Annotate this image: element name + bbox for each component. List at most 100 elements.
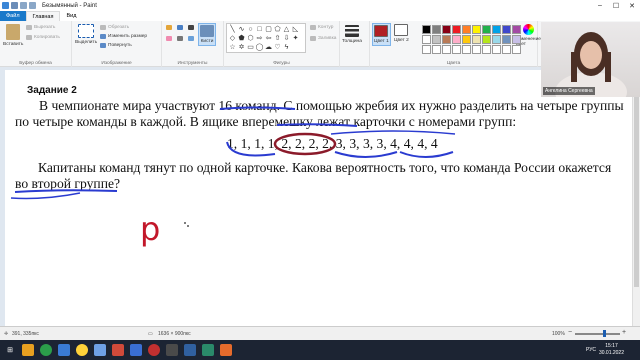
arrow-left-shape-icon[interactable]: ⇦	[264, 34, 273, 43]
palette-swatch[interactable]	[492, 35, 501, 44]
size-button[interactable]: Толщина	[342, 25, 362, 44]
palette-swatch[interactable]	[432, 45, 441, 54]
palette-swatch[interactable]	[472, 25, 481, 34]
pencil-icon[interactable]	[166, 25, 172, 30]
star6-shape-icon[interactable]: ✡	[237, 43, 246, 52]
palette-swatch[interactable]	[452, 25, 461, 34]
undo-icon[interactable]	[20, 2, 27, 9]
palette-swatch[interactable]	[482, 45, 491, 54]
color2-button[interactable]: Цвет 2	[394, 24, 409, 43]
heart-shape-icon[interactable]: ♡	[273, 43, 282, 52]
tab-file[interactable]: Файл	[0, 11, 26, 21]
polygon-shape-icon[interactable]: ⬠	[273, 25, 282, 34]
arrow-right-shape-icon[interactable]: ⇨	[255, 34, 264, 43]
palette-swatch[interactable]	[512, 35, 521, 44]
paste-button[interactable]: Вставить	[3, 24, 23, 47]
palette-swatch[interactable]	[422, 25, 431, 34]
line-shape-icon[interactable]: ╲	[228, 25, 237, 34]
text-icon[interactable]	[188, 25, 194, 30]
vertical-scrollbar[interactable]	[632, 67, 640, 326]
palette-swatch[interactable]	[482, 35, 491, 44]
star5-shape-icon[interactable]: ☆	[228, 43, 237, 52]
rotate-button[interactable]: Повернуть	[100, 43, 132, 48]
select-button[interactable]: Выделить	[75, 24, 97, 45]
drawing-canvas[interactable]: Задание 2 В чемпионате мира участвуют 16…	[5, 70, 632, 326]
palette-swatch[interactable]	[482, 25, 491, 34]
triangle-shape-icon[interactable]: △	[282, 25, 291, 34]
palette-swatch[interactable]	[492, 45, 501, 54]
app-icon[interactable]	[58, 344, 70, 356]
fill-button[interactable]: Заливка	[310, 36, 336, 41]
input-language[interactable]: РУС	[586, 347, 596, 353]
word-icon[interactable]	[184, 344, 196, 356]
redo-icon[interactable]	[29, 2, 36, 9]
close-button[interactable]: ✕	[624, 0, 640, 11]
windows-start-icon[interactable]: ⊞	[4, 344, 16, 356]
palette-swatch[interactable]	[462, 25, 471, 34]
system-clock[interactable]: 15:17 30.01.2022	[599, 343, 624, 357]
outline-button[interactable]: Контур	[310, 25, 333, 30]
palette-swatch[interactable]	[512, 25, 521, 34]
crop-button[interactable]: Обрезать	[100, 25, 129, 30]
record-icon[interactable]	[148, 344, 160, 356]
obs-icon[interactable]	[166, 344, 178, 356]
hexagon-shape-icon[interactable]: ⬡	[246, 34, 255, 43]
scrollbar-thumb[interactable]	[634, 97, 639, 287]
palette-swatch[interactable]	[442, 45, 451, 54]
zoom-slider-thumb[interactable]	[603, 330, 606, 337]
resize-button[interactable]: Изменить размер	[100, 34, 147, 39]
palette-swatch[interactable]	[472, 35, 481, 44]
palette-swatch[interactable]	[452, 35, 461, 44]
callout-oval-shape-icon[interactable]: ◯	[255, 43, 264, 52]
zoom-out-button[interactable]: −	[568, 329, 572, 336]
palette-swatch[interactable]	[432, 35, 441, 44]
callout-rect-shape-icon[interactable]: ▭	[246, 43, 255, 52]
palette-swatch[interactable]	[462, 35, 471, 44]
palette-swatch[interactable]	[502, 25, 511, 34]
palette-swatch[interactable]	[492, 25, 501, 34]
yandex-icon[interactable]	[76, 344, 88, 356]
arrow-down-shape-icon[interactable]: ⇩	[282, 34, 291, 43]
star4-shape-icon[interactable]: ✦	[291, 34, 300, 43]
palette-swatch[interactable]	[462, 45, 471, 54]
cut-button[interactable]: Вырезать	[26, 25, 55, 30]
zoom-slider[interactable]	[575, 333, 620, 335]
rounded-rect-shape-icon[interactable]: ▢	[264, 25, 273, 34]
minimize-button[interactable]: –	[592, 0, 608, 11]
palette-swatch[interactable]	[442, 35, 451, 44]
magnifier-icon[interactable]	[188, 36, 194, 41]
copy-button[interactable]: Копировать	[26, 35, 60, 40]
powerpoint-icon[interactable]	[112, 344, 124, 356]
brushes-button[interactable]: Кисти	[198, 23, 216, 46]
color-picker-icon[interactable]	[177, 36, 183, 41]
chrome-icon[interactable]	[40, 344, 52, 356]
right-triangle-shape-icon[interactable]: ◺	[291, 25, 300, 34]
tab-home[interactable]: Главная	[25, 11, 61, 21]
eraser-icon[interactable]	[166, 36, 172, 41]
lightning-shape-icon[interactable]: ϟ	[282, 43, 291, 52]
tab-view[interactable]: Вид	[60, 11, 82, 21]
fill-bucket-icon[interactable]	[177, 25, 183, 30]
palette-swatch[interactable]	[422, 35, 431, 44]
palette-swatch[interactable]	[452, 45, 461, 54]
zoom-in-button[interactable]: +	[622, 329, 626, 336]
color1-button[interactable]: Цвет 1	[372, 23, 391, 46]
oval-shape-icon[interactable]: ○	[246, 25, 255, 34]
maximize-button[interactable]: ☐	[608, 0, 624, 11]
curve-shape-icon[interactable]: ∿	[237, 25, 246, 34]
file-explorer-icon[interactable]	[22, 344, 34, 356]
rectangle-shape-icon[interactable]: □	[255, 25, 264, 34]
palette-swatch[interactable]	[442, 25, 451, 34]
diamond-shape-icon[interactable]: ◇	[228, 34, 237, 43]
app2-icon[interactable]	[202, 344, 214, 356]
pentagon-shape-icon[interactable]: ⬟	[237, 34, 246, 43]
palette-swatch[interactable]	[432, 25, 441, 34]
shapes-gallery[interactable]: ╲ ∿ ○ □ ▢ ⬠ △ ◺ ◇ ⬟ ⬡ ⇨ ⇦ ⇧ ⇩ ✦ ☆ ✡ ▭ ◯ …	[226, 23, 306, 53]
palette-swatch[interactable]	[512, 45, 521, 54]
paint-taskbar-icon[interactable]	[94, 344, 106, 356]
zoom-app-icon[interactable]	[130, 344, 142, 356]
palette-swatch[interactable]	[502, 45, 511, 54]
palette-swatch[interactable]	[472, 45, 481, 54]
callout-cloud-shape-icon[interactable]: ☁	[264, 43, 273, 52]
palette-swatch[interactable]	[422, 45, 431, 54]
